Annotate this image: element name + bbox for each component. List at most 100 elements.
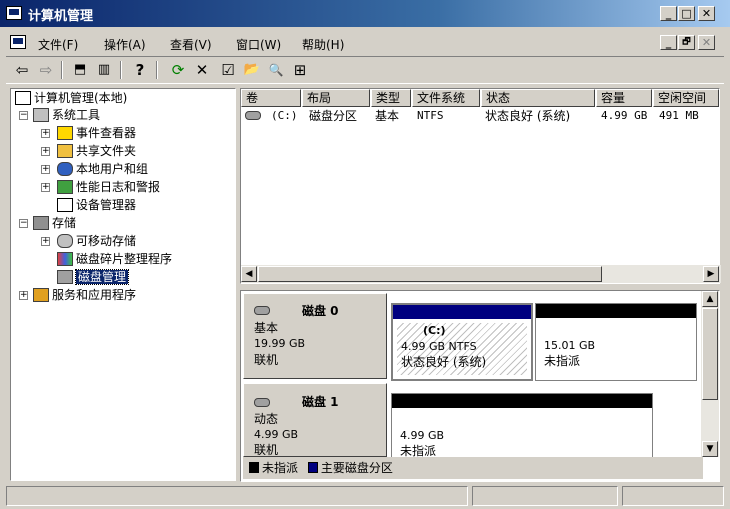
toolbar-separator [120, 61, 122, 79]
removable-storage-icon [57, 234, 73, 248]
column-header-volume[interactable]: 卷 [241, 89, 301, 107]
unallocated-bar [536, 304, 696, 318]
show-hide-tree-icon[interactable]: ▥ [94, 60, 114, 80]
tree-item-root[interactable]: 计算机管理(本地) [15, 89, 127, 107]
mdi-minimize-button[interactable]: _ [660, 35, 677, 50]
collapse-toggle[interactable]: − [19, 219, 28, 228]
console-tree[interactable]: 计算机管理(本地) − 系统工具 + 事件查看器 + 共享文件夹 + 本地用户和… [10, 88, 236, 481]
expand-toggle[interactable]: + [41, 129, 50, 138]
scroll-right-button[interactable]: ▶ [703, 266, 719, 282]
unallocated-bar [392, 394, 652, 408]
toolbar-separator [156, 61, 158, 79]
partition-status: 未指派 [400, 444, 437, 458]
menu-view[interactable]: 查看(V) [170, 36, 212, 53]
tree-label: 共享文件夹 [76, 144, 137, 158]
collapse-toggle[interactable]: − [19, 111, 28, 120]
cell-capacity: 4.99 GB [601, 109, 648, 122]
minimize-button[interactable]: _ [660, 6, 677, 21]
scroll-thumb[interactable] [258, 266, 602, 282]
cell-free-space: 491 MB [659, 109, 699, 122]
unallocated-swatch [249, 462, 259, 473]
expand-toggle[interactable]: + [41, 183, 50, 192]
mdi-close-button[interactable]: ✕ [698, 35, 715, 50]
column-header-filesystem[interactable]: 文件系统 [412, 89, 480, 107]
delete-icon[interactable]: ✕ [192, 60, 212, 80]
tree-item-shared-folders[interactable]: 共享文件夹 [57, 142, 136, 160]
up-level-icon[interactable]: ⬒ [70, 60, 90, 80]
tree-item-storage[interactable]: 存储 [33, 214, 76, 232]
open-folder-icon[interactable]: 📂 [242, 60, 262, 80]
expand-toggle[interactable]: + [19, 291, 28, 300]
menu-action[interactable]: 操作(A) [104, 36, 146, 53]
close-button[interactable]: ✕ [698, 6, 715, 21]
export-list-icon[interactable]: ⊞ [290, 60, 310, 80]
disk-size: 4.99 GB [254, 428, 299, 441]
defrag-icon [57, 252, 73, 266]
expand-toggle[interactable]: + [41, 237, 50, 246]
disk-0-info[interactable]: 磁盘 0 基本 19.99 GB 联机 [243, 293, 387, 379]
tree-item-system-tools[interactable]: 系统工具 [33, 106, 100, 124]
expand-toggle[interactable]: + [41, 165, 50, 174]
toolbar-separator [61, 61, 63, 79]
properties-icon[interactable]: ☑ [218, 60, 238, 80]
scroll-left-button[interactable]: ◀ [241, 266, 257, 282]
mdi-window-icon[interactable] [10, 35, 26, 49]
tree-label: 设备管理器 [76, 198, 137, 212]
device-manager-icon [57, 198, 73, 212]
volume-list[interactable]: 卷 布局 类型 文件系统 状态 容量 空闲空间 (C:) 磁盘分区 基本 NTF… [240, 88, 721, 284]
horizontal-scrollbar[interactable]: ◀ ▶ [241, 265, 721, 283]
partition-status: 状态良好 (系统) [401, 355, 487, 369]
column-header-status[interactable]: 状态 [481, 89, 595, 107]
tree-item-services[interactable]: 服务和应用程序 [33, 286, 136, 304]
maximize-button[interactable]: □ [678, 6, 695, 21]
status-cell [6, 486, 468, 506]
column-header-type[interactable]: 类型 [371, 89, 411, 107]
disk-1-info[interactable]: 磁盘 1 动态 4.99 GB 联机 [243, 383, 387, 457]
tree-item-perf-logs[interactable]: 性能日志和警报 [57, 178, 160, 196]
tree-item-device-manager[interactable]: 设备管理器 [57, 196, 136, 214]
cell-filesystem: NTFS [417, 109, 444, 122]
tree-item-disk-management[interactable]: 磁盘管理 [57, 268, 130, 286]
disk-state: 联机 [254, 443, 279, 457]
disk-management-icon [57, 270, 73, 284]
disk-state: 联机 [254, 353, 279, 367]
mdi-restore-button[interactable]: 🗗 [678, 35, 695, 50]
app-icon[interactable] [6, 6, 22, 20]
title-bar[interactable]: 计算机管理 _ □ ✕ [0, 0, 730, 27]
disk-type: 动态 [254, 412, 279, 426]
menu-help[interactable]: 帮助(H) [302, 36, 344, 53]
partition-unallocated-1[interactable]: 4.99 GB 未指派 [391, 393, 653, 458]
column-header-layout[interactable]: 布局 [302, 89, 370, 107]
expand-toggle[interactable]: + [41, 147, 50, 156]
back-icon[interactable]: ⇦ [12, 60, 32, 80]
partition-unallocated-0[interactable]: 15.01 GB 未指派 [535, 303, 697, 381]
refresh-icon[interactable]: ⟳ [168, 60, 188, 80]
search-icon[interactable]: 🔍 [266, 60, 286, 80]
disk-view[interactable]: 磁盘 0 基本 19.99 GB 联机 (C:) 4.99 GB NTFS 状态… [240, 290, 720, 482]
menu-window[interactable]: 窗口(W) [236, 36, 281, 53]
tree-item-defrag[interactable]: 磁盘碎片整理程序 [57, 250, 172, 268]
event-viewer-icon [57, 126, 73, 140]
partition-c[interactable]: (C:) 4.99 GB NTFS 状态良好 (系统) [391, 303, 533, 381]
help-icon[interactable]: ? [130, 60, 150, 80]
computer-icon [15, 91, 31, 105]
forward-icon[interactable]: ⇨ [36, 60, 56, 80]
column-header-free-space[interactable]: 空闲空间 [653, 89, 719, 107]
scroll-up-button[interactable]: ▲ [702, 291, 718, 307]
tree-item-removable-storage[interactable]: 可移动存储 [57, 232, 136, 250]
tree-item-local-users[interactable]: 本地用户和组 [57, 160, 148, 178]
column-header-capacity[interactable]: 容量 [596, 89, 652, 107]
vertical-scrollbar[interactable]: ▲ ▼ [701, 291, 719, 457]
menu-file[interactable]: 文件(F) [38, 36, 78, 53]
shared-folder-icon [57, 144, 73, 158]
scroll-down-button[interactable]: ▼ [702, 441, 718, 457]
tree-label: 本地用户和组 [76, 162, 149, 176]
scroll-thumb[interactable] [702, 308, 718, 400]
tree-item-event-viewer[interactable]: 事件查看器 [57, 124, 136, 142]
drive-icon [245, 111, 261, 120]
toolbar: ⇦ ⇨ ⬒ ▥ ? ⟳ ✕ ☑ 📂 🔍 ⊞ [6, 56, 724, 84]
primary-partition-bar [393, 305, 531, 319]
tree-label: 磁盘碎片整理程序 [76, 252, 173, 266]
status-cell [622, 486, 724, 506]
status-bar [6, 486, 724, 506]
